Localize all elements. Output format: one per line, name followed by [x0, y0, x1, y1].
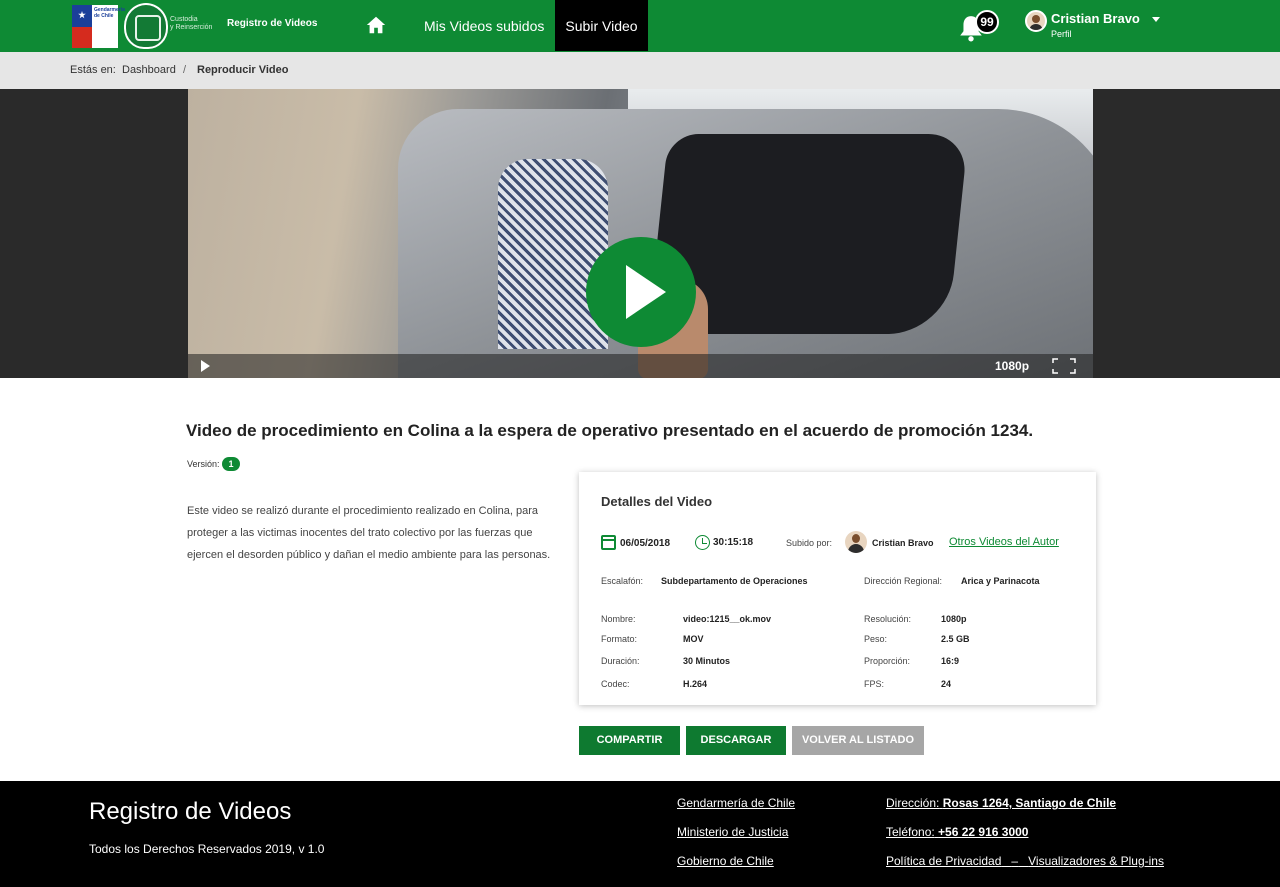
field-label: Duración: — [601, 656, 640, 666]
user-role: Perfil — [1051, 29, 1072, 39]
details-title: Detalles del Video — [601, 494, 713, 509]
app-name[interactable]: Registro de Videos — [227, 18, 317, 29]
clock-icon — [695, 535, 710, 550]
unit-name: Custodia y Reinserción — [170, 16, 212, 32]
breadcrumb-current: Reproducir Video — [197, 64, 289, 76]
breadcrumb: Estás en: Dashboard / Reproducir Video — [0, 52, 1280, 89]
footer-phone-value: +56 22 916 3000 — [938, 825, 1029, 839]
flag-star-icon — [72, 5, 92, 27]
chevron-down-icon[interactable] — [1152, 17, 1160, 22]
play-icon[interactable] — [201, 360, 210, 372]
other-author-videos-link[interactable]: Otros Videos del Autor — [949, 536, 1059, 548]
government-logo: Gendarmería de Chile — [72, 5, 125, 48]
flag-red-block — [72, 27, 92, 48]
avatar[interactable] — [1025, 10, 1047, 32]
footer-rights: Todos los Derechos Reservados 2019, v 1.… — [89, 842, 325, 856]
footer-policy-links: Política de Privacidad – Visualizadores … — [886, 854, 1164, 868]
footer-link-ministerio[interactable]: Ministerio de Justicia — [677, 825, 788, 839]
footer-address-value: Rosas 1264, Santiago de Chile — [942, 796, 1117, 810]
field-value: H.264 — [683, 679, 708, 689]
unit-name-line1: Custodia — [170, 16, 198, 23]
footer-link-gendarmeria[interactable]: Gendarmería de Chile — [677, 796, 795, 810]
region-value: Arica y Parinacota — [961, 576, 1040, 586]
footer-plugins-link[interactable]: Visualizadores & Plug-ins — [1028, 854, 1164, 868]
field-label: Proporción: — [864, 656, 911, 666]
footer-link-separator: – — [1011, 854, 1019, 868]
video-title: Video de procedimiento en Colina a la es… — [186, 421, 1034, 440]
rank-label: Escalafón: — [601, 576, 644, 586]
fullscreen-icon[interactable] — [1052, 358, 1076, 374]
author-name: Cristian Bravo — [872, 538, 934, 548]
version-badge[interactable]: 1 — [222, 457, 240, 471]
share-button[interactable]: COMPARTIR — [579, 726, 680, 755]
footer-phone-label: Teléfono: — [886, 825, 935, 839]
video-description: Este video se realizó durante el procedi… — [187, 505, 551, 561]
uploaded-by-label: Subido por: — [786, 538, 833, 548]
top-navbar: Gendarmería de Chile Custodia y Reinserc… — [0, 0, 1280, 52]
footer-phone[interactable]: Teléfono: +56 22 916 3000 — [886, 825, 1028, 839]
unit-name-line2: y Reinserción — [170, 24, 213, 31]
video-time: 30:15:18 — [713, 537, 754, 548]
region-label: Dirección Regional: — [864, 576, 943, 586]
video-player-area — [0, 89, 1280, 378]
field-value: video:1215__ok.mov — [683, 614, 772, 624]
nav-my-uploaded-videos[interactable]: Mis Videos subidos — [414, 0, 554, 52]
institution-badge-logo[interactable] — [124, 3, 168, 49]
calendar-icon — [601, 535, 616, 550]
field-label: Resolución: — [864, 614, 912, 624]
gov-logo-text: Gendarmería de Chile — [94, 7, 125, 19]
home-icon[interactable] — [365, 14, 387, 36]
avatar — [845, 531, 867, 553]
breadcrumb-separator: / — [183, 64, 187, 76]
back-to-list-button[interactable]: VOLVER AL LISTADO — [792, 726, 924, 755]
footer-title: Registro de Videos — [89, 798, 292, 825]
field-label: Peso: — [864, 634, 888, 644]
breadcrumb-dashboard-link[interactable]: Dashboard — [122, 64, 176, 76]
play-icon[interactable] — [586, 237, 696, 347]
field-value: 16:9 — [941, 656, 960, 666]
rank-value: Subdepartamento de Operaciones — [661, 576, 808, 586]
field-label: FPS: — [864, 679, 885, 689]
field-label: Nombre: — [601, 614, 636, 624]
breadcrumb-prefix: Estás en: — [70, 64, 116, 76]
user-name[interactable]: Cristian Bravo — [1051, 11, 1140, 26]
video-date: 06/05/2018 — [620, 538, 671, 549]
field-label: Formato: — [601, 634, 638, 644]
field-value: 30 Minutos — [683, 656, 731, 666]
notification-count-badge[interactable]: 99 — [975, 10, 999, 34]
field-value: 1080p — [941, 614, 967, 624]
footer: Registro de Videos Todos los Derechos Re… — [0, 781, 1280, 887]
quality-selector[interactable]: 1080p — [995, 359, 1029, 373]
version-label: Versión: — [187, 459, 220, 469]
footer-address[interactable]: Dirección: Rosas 1264, Santiago de Chile — [886, 796, 1116, 810]
field-value: MOV — [683, 634, 704, 644]
video-still-person — [498, 159, 608, 349]
footer-privacy-link[interactable]: Política de Privacidad — [886, 854, 1001, 868]
field-value: 24 — [941, 679, 952, 689]
field-label: Codec: — [601, 679, 630, 689]
video-details-card: Detalles del Video 06/05/2018 30:15:18 S… — [579, 472, 1096, 705]
footer-link-gobierno[interactable]: Gobierno de Chile — [677, 854, 774, 868]
download-button[interactable]: DESCARGAR — [686, 726, 786, 755]
nav-upload-video[interactable]: Subir Video — [555, 0, 648, 51]
field-value: 2.5 GB — [941, 634, 970, 644]
video-controls-bar: 1080p — [188, 354, 1093, 378]
footer-address-label: Dirección: — [886, 796, 940, 810]
